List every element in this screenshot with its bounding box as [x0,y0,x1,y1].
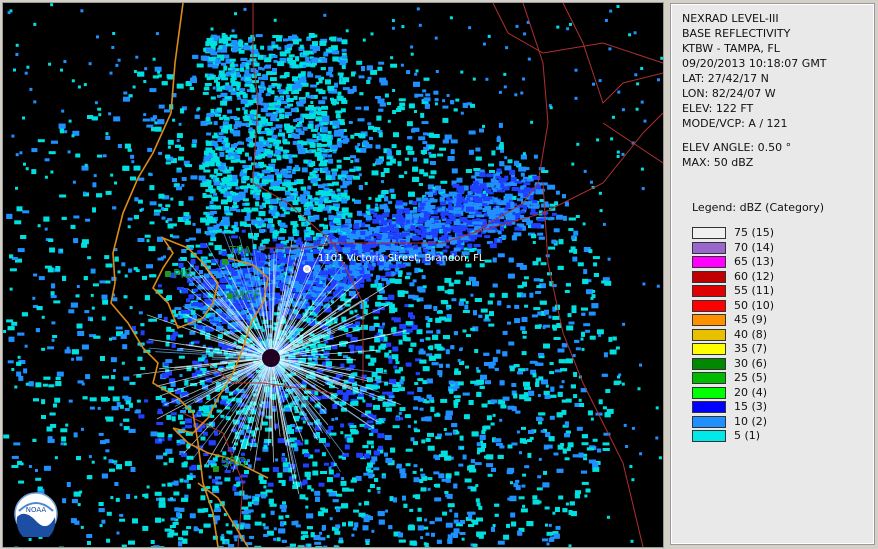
legend-label: 40 (8) [734,327,768,341]
legend-label: 60 (12) [734,269,775,283]
elevation-angle: ELEV ANGLE: 0.50 ° [682,141,792,154]
legend-swatch [692,241,726,254]
legend-label: 70 (14) [734,240,775,254]
legend-label: 15 (3) [734,400,768,413]
legend-swatch [692,415,726,428]
station-label-pie: PIE [173,267,193,281]
station-longitude: LON: 82/24/07 W [682,87,776,100]
legend-swatch [692,270,726,283]
legend-label: 45 (9) [734,313,768,326]
radar-reflectivity-svg [3,3,663,547]
reflectivity-echoes [3,3,663,547]
legend-label: 50 (10) [734,298,775,312]
legend-label: 5 (1) [734,429,761,442]
legend-label: 75 (15) [734,226,775,239]
legend-label: 20 (4) [734,385,768,399]
legend-swatch [692,372,726,384]
station-elevation: ELEV: 122 FT [682,102,754,115]
station-latitude: LAT: 27/42/17 N [682,72,769,85]
product-name: NEXRAD LEVEL-III [682,12,779,25]
radar-map[interactable]: TPA PIE MCF SRQ 1101 Victoria Street, Br… [2,2,664,548]
legend-label: 25 (5) [734,371,768,384]
radar-station: KTBW - TAMPA, FL [682,42,780,55]
legend-label: 10 (2) [734,414,768,428]
legend-swatch [692,357,726,370]
legend-swatch [692,401,726,413]
address-label: 1101 Victoria Street, Brandon, FL [318,253,485,264]
station-label-srq: SRQ [221,455,248,469]
address-marker-icon[interactable] [303,265,311,273]
station-marker-srq [213,466,219,472]
legend-swatch [692,256,726,268]
product-type: BASE REFLECTIVITY [682,27,791,40]
legend-label: 65 (13) [734,255,775,268]
noaa-logo-text: NOAA [26,506,47,514]
legend-title: Legend: dBZ (Category) [692,201,824,214]
station-marker-pie [165,271,171,277]
scan-mode: MODE/VCP: A / 121 [682,117,788,130]
station-label-tpa: TPA [229,244,252,258]
noaa-logo: NOAA [14,492,58,537]
radar-site-marker [262,349,280,367]
legend-swatch [692,299,726,312]
legend-swatch [692,343,726,355]
legend-swatch [692,285,726,297]
scan-datetime: 09/20/2013 10:18:07 GMT [682,57,827,70]
legend-swatch [692,314,726,326]
product-info-panel: NEXRAD LEVEL-III BASE REFLECTIVITY KTBW … [670,3,875,545]
legend-swatch [692,328,726,341]
legend-swatch [692,430,726,442]
county-line [542,182,644,547]
station-marker-tpa [222,259,228,265]
legend-swatch [692,227,726,239]
legend-label: 35 (7) [734,342,768,355]
station-marker-mcf [227,293,233,299]
county-line [602,122,663,164]
county-line [562,3,663,104]
legend-swatch [692,386,726,399]
legend-label: 30 (6) [734,356,768,370]
legend-label: 55 (11) [734,284,775,297]
max-reflectivity: MAX: 50 dBZ [682,156,754,169]
station-label-mcf: MCF [234,289,261,303]
